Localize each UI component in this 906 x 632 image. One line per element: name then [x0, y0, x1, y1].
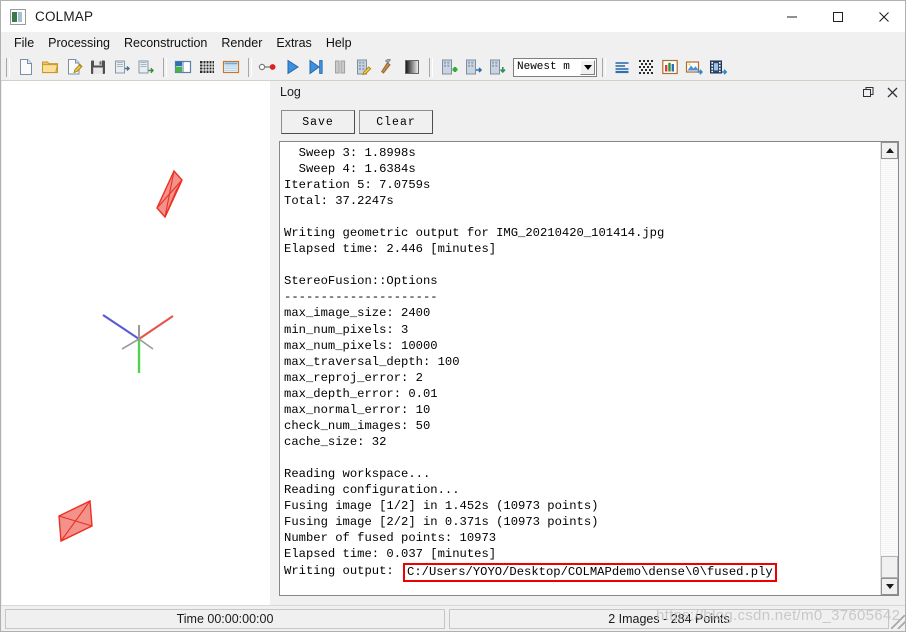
import-model-icon[interactable] [110, 56, 134, 79]
log-panel-header: Log [271, 81, 906, 103]
log-action-buttons: Save Clear [281, 110, 433, 134]
resize-grip-icon[interactable] [891, 615, 905, 629]
feature-matching-grid-icon[interactable] [195, 56, 219, 79]
start-reconstruction-icon[interactable] [280, 56, 304, 79]
log-output-area[interactable]: Sweep 3: 1.8998s Sweep 4: 1.6384sIterati… [279, 141, 899, 596]
export-model-icon[interactable] [134, 56, 158, 79]
log-line: Reading configuration... [284, 482, 880, 498]
scrollbar-thumb[interactable] [881, 556, 898, 578]
menu-file[interactable]: File [7, 34, 41, 52]
edit-project-icon[interactable] [62, 56, 86, 79]
window-title: COLMAP [35, 9, 93, 24]
log-line: Elapsed time: 2.446 [minutes] [284, 241, 880, 257]
render-shading-icon[interactable] [400, 56, 424, 79]
new-project-icon[interactable] [14, 56, 38, 79]
log-output-text: Sweep 3: 1.8998s Sweep 4: 1.6384sIterati… [280, 142, 880, 595]
feature-extraction-icon[interactable] [171, 56, 195, 79]
model-selector[interactable]: Newest m [513, 58, 597, 77]
open-folder-icon[interactable] [38, 56, 62, 79]
database-management-icon[interactable] [219, 56, 243, 79]
pause-reconstruction-icon[interactable] [328, 56, 352, 79]
menu-help[interactable]: Help [319, 34, 359, 52]
log-line: Reading workspace... [284, 466, 880, 482]
toolbar-separator [602, 58, 606, 77]
model-viewer[interactable] [2, 81, 270, 606]
toolbar-separator [248, 58, 252, 77]
menu-render[interactable]: Render [214, 34, 269, 52]
log-vertical-scrollbar[interactable] [880, 142, 898, 595]
log-line: min_num_pixels: 3 [284, 322, 880, 338]
log-line: Total: 37.2247s [284, 193, 880, 209]
clear-button[interactable]: Clear [359, 110, 433, 134]
log-line: max_image_size: 2400 [284, 305, 880, 321]
menu-reconstruction[interactable]: Reconstruction [117, 34, 214, 52]
log-line: StereoFusion::Options [284, 273, 880, 289]
log-panel-title: Log [280, 85, 301, 99]
menu-extras[interactable]: Extras [269, 34, 318, 52]
log-line: Sweep 3: 1.8998s [284, 145, 880, 161]
model-viewer-canvas [2, 81, 270, 606]
restore-icon[interactable] [859, 83, 877, 101]
log-line: Iteration 5: 7.0759s [284, 177, 880, 193]
menu-processing[interactable]: Processing [41, 34, 117, 52]
close-icon[interactable] [861, 1, 906, 32]
add-model-icon[interactable] [437, 56, 461, 79]
log-line: Elapsed time: 0.037 [minutes] [284, 546, 880, 562]
log-panel: Log Save Clear [271, 81, 906, 606]
status-time: Time 00:00:00:00 [5, 609, 445, 629]
save-button[interactable]: Save [281, 110, 355, 134]
log-line [284, 209, 880, 225]
toolbar-separator [6, 58, 10, 77]
title-bar: COLMAP [1, 1, 906, 32]
next-model-icon[interactable] [461, 56, 485, 79]
model-selector-value: Newest m [514, 61, 579, 73]
grab-image-icon[interactable] [682, 56, 706, 79]
bundle-adjustment-icon[interactable] [352, 56, 376, 79]
status-model-info: 2 Images - 284 Points [449, 609, 889, 629]
window-controls [769, 1, 906, 32]
app-icon [10, 9, 26, 25]
log-line: max_reproj_error: 2 [284, 370, 880, 386]
toolbar: Newest m [1, 54, 906, 81]
menu-bar: File Processing Reconstruction Render Ex… [1, 32, 906, 54]
save-floppy-icon[interactable] [86, 56, 110, 79]
model-stats-chart-icon[interactable] [658, 56, 682, 79]
toolbar-separator [429, 58, 433, 77]
log-line: check_num_images: 50 [284, 418, 880, 434]
log-line [284, 257, 880, 273]
chevron-down-icon[interactable] [580, 60, 595, 75]
previous-model-icon[interactable] [485, 56, 509, 79]
match-matrix-icon[interactable] [634, 56, 658, 79]
log-panel-header-buttons [859, 83, 901, 101]
log-line: Fusing image [2/2] in 0.371s (10973 poin… [284, 514, 880, 530]
log-line: Fusing image [1/2] in 1.452s (10973 poin… [284, 498, 880, 514]
model-statistics-icon[interactable] [610, 56, 634, 79]
log-line: Sweep 4: 1.6384s [284, 161, 880, 177]
log-line: Writing geometric output for IMG_2021042… [284, 225, 880, 241]
log-line [284, 450, 880, 466]
status-bar: Time 00:00:00:00 2 Images - 284 Points [1, 605, 906, 631]
log-line: --------------------- [284, 289, 880, 305]
dense-reconstruction-icon[interactable] [376, 56, 400, 79]
log-line: max_depth_error: 0.01 [284, 386, 880, 402]
toolbar-separator [163, 58, 167, 77]
log-line: max_traversal_depth: 100 [284, 354, 880, 370]
close-icon[interactable] [883, 83, 901, 101]
minimize-icon[interactable] [769, 1, 815, 32]
scroll-down-icon[interactable] [881, 578, 898, 595]
log-line-highlighted: Writing output: C:/Users/YOYO/Desktop/CO… [284, 562, 880, 578]
scroll-up-icon[interactable] [881, 142, 898, 159]
reconstruct-next-image-icon[interactable] [304, 56, 328, 79]
highlighted-output-path: C:/Users/YOYO/Desktop/COLMAPdemo\dense\0… [403, 563, 777, 582]
log-line: cache_size: 32 [284, 434, 880, 450]
log-line: max_normal_error: 10 [284, 402, 880, 418]
grab-movie-icon[interactable] [706, 56, 730, 79]
log-output-prefix: Writing output: [284, 564, 401, 578]
maximize-icon[interactable] [815, 1, 861, 32]
automatic-reconstruction-icon[interactable] [256, 56, 280, 79]
log-line: max_num_pixels: 10000 [284, 338, 880, 354]
log-line: Number of fused points: 10973 [284, 530, 880, 546]
colmap-window: COLMAP File Processing Reconstruction Re… [0, 0, 906, 632]
